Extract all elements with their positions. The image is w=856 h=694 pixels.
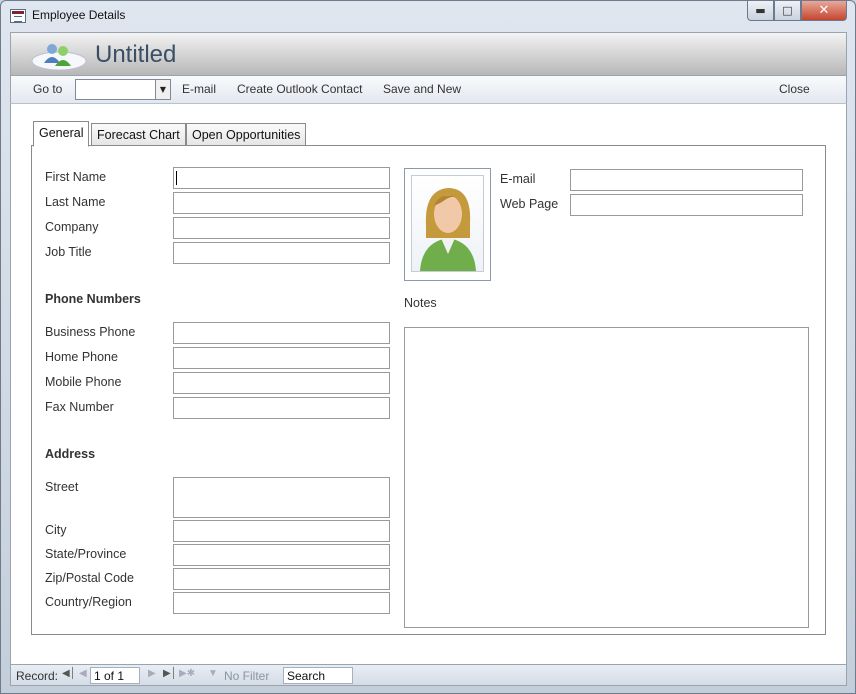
- zip-postal-code-label: Zip/Postal Code: [45, 571, 134, 585]
- state-province-field[interactable]: [173, 544, 390, 566]
- web-page-label: Web Page: [500, 197, 559, 211]
- street-field[interactable]: [173, 477, 390, 518]
- business-phone-field[interactable]: [173, 322, 390, 344]
- dropdown-arrow-icon[interactable]: ▼: [155, 80, 170, 99]
- search-input[interactable]: Search: [283, 667, 353, 684]
- close-window-icon[interactable]: ✕: [801, 1, 847, 21]
- home-phone-field[interactable]: [173, 347, 390, 369]
- last-record-icon[interactable]: ▶│: [163, 668, 177, 679]
- city-field[interactable]: [173, 520, 390, 542]
- country-region-label: Country/Region: [45, 595, 132, 609]
- job-title-field[interactable]: [173, 242, 390, 264]
- title-bar[interactable]: Employee Details ▬ □ ✕: [1, 1, 855, 31]
- email-label: E-mail: [500, 172, 536, 186]
- record-navigation-bar: Record: ◀│ ◀ 1 of 1 ▶ ▶│ ▶✱ ▼ No Filter …: [10, 664, 847, 686]
- notes-label: Notes: [404, 296, 437, 310]
- fax-number-label: Fax Number: [45, 400, 114, 414]
- photo-frame: [411, 175, 484, 272]
- job-title-label: Job Title: [45, 245, 92, 259]
- fax-number-field[interactable]: [173, 397, 390, 419]
- close-button[interactable]: Close: [779, 82, 810, 96]
- zip-postal-code-field[interactable]: [173, 568, 390, 590]
- person-placeholder-icon: [420, 188, 476, 271]
- contacts-logo-icon: [31, 44, 87, 71]
- new-record-icon[interactable]: ▶✱: [179, 668, 195, 679]
- tab-general[interactable]: General: [33, 121, 90, 147]
- create-outlook-contact-button[interactable]: Create Outlook Contact: [237, 82, 362, 96]
- city-label: City: [45, 523, 67, 537]
- previous-record-icon[interactable]: ◀: [79, 668, 87, 679]
- last-name-label: Last Name: [45, 195, 106, 209]
- street-label: Street: [45, 480, 79, 494]
- text-cursor: [176, 171, 177, 185]
- email-field[interactable]: [570, 169, 803, 191]
- employee-photo[interactable]: [404, 168, 491, 281]
- tab-forecast-chart[interactable]: Forecast Chart: [91, 123, 186, 146]
- notes-field[interactable]: [404, 327, 809, 628]
- business-phone-label: Business Phone: [45, 325, 136, 339]
- mobile-phone-label: Mobile Phone: [45, 375, 122, 389]
- first-record-icon[interactable]: ◀│: [62, 668, 76, 679]
- first-name-label: First Name: [45, 170, 107, 184]
- form-icon: [10, 9, 26, 23]
- employee-details-window: Employee Details ▬ □ ✕ Untitled Go to ▼ …: [0, 0, 856, 694]
- next-record-icon[interactable]: ▶: [148, 668, 156, 679]
- company-field[interactable]: [173, 217, 390, 239]
- goto-label: Go to: [33, 82, 63, 96]
- minimize-icon[interactable]: ▬: [747, 1, 774, 21]
- filter-icon[interactable]: ▼: [208, 668, 218, 679]
- tab-open-opportunities[interactable]: Open Opportunities: [186, 123, 307, 146]
- home-phone-label: Home Phone: [45, 350, 118, 364]
- form-title: Untitled: [95, 41, 177, 68]
- form-toolbar: Go to ▼ E-mail Create Outlook Contact Sa…: [10, 76, 847, 104]
- goto-combo[interactable]: ▼: [75, 79, 171, 100]
- state-province-label: State/Province: [45, 547, 127, 561]
- no-filter-indicator[interactable]: No Filter: [224, 669, 269, 683]
- address-heading: Address: [45, 447, 96, 461]
- save-and-new-button[interactable]: Save and New: [383, 82, 461, 96]
- window-title: Employee Details: [32, 8, 126, 22]
- maximize-icon[interactable]: □: [774, 1, 801, 21]
- email-button[interactable]: E-mail: [182, 82, 216, 96]
- form-body: General Forecast Chart Open Opportunitie…: [10, 104, 847, 664]
- general-tab-page: First Name Last Name Company Job Title P…: [31, 145, 826, 635]
- web-page-field[interactable]: [570, 194, 803, 216]
- record-label: Record:: [16, 669, 59, 683]
- phone-numbers-heading: Phone Numbers: [45, 292, 141, 306]
- current-record-input[interactable]: 1 of 1: [90, 667, 140, 684]
- form-header: Untitled: [10, 32, 847, 76]
- window-controls: ▬ □ ✕: [747, 1, 847, 21]
- mobile-phone-field[interactable]: [173, 372, 390, 394]
- country-region-field[interactable]: [173, 592, 390, 614]
- last-name-field[interactable]: [173, 192, 390, 214]
- company-label: Company: [45, 220, 99, 234]
- first-name-field[interactable]: [173, 167, 390, 189]
